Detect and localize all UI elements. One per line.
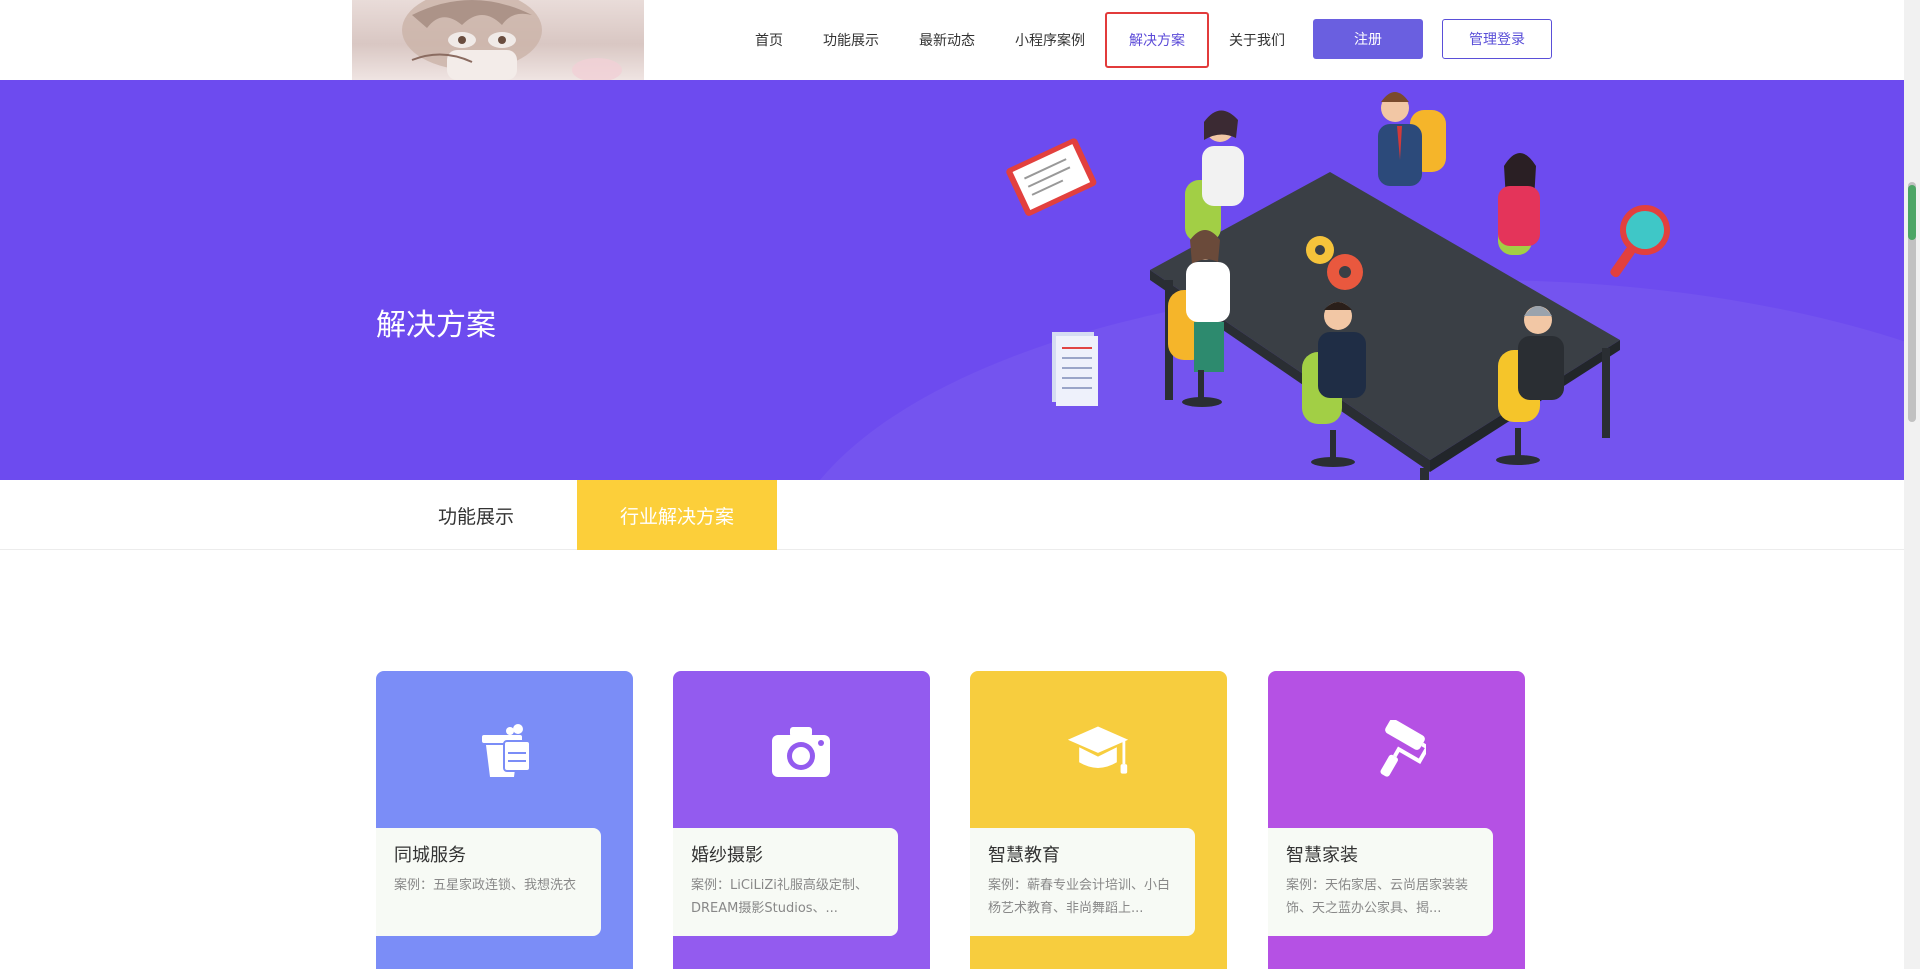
page-scrollbar[interactable] xyxy=(1904,0,1920,969)
card-description: 案例：蕲春专业会计培训、小白杨艺术教育、非尚舞蹈上... xyxy=(988,878,1171,916)
camera-icon xyxy=(769,719,833,783)
card-title: 智慧教育 xyxy=(988,845,1060,866)
register-button[interactable]: 注册 xyxy=(1313,19,1423,59)
paint-roller-icon xyxy=(1364,719,1428,783)
admin-login-button[interactable]: 管理登录 xyxy=(1442,19,1552,59)
card-description: 案例：LiCiLiZi礼服高级定制、DREAM摄影Studios、... xyxy=(691,878,868,916)
solution-card-smart-education[interactable]: 智慧教育 案例：蕲春专业会计培训、小白杨艺术教育、非尚舞蹈上... xyxy=(970,671,1227,969)
site-header: 首页 功能展示 最新动态 小程序案例 解决方案 关于我们 注册 管理登录 xyxy=(0,0,1904,80)
solution-card-wedding-photography[interactable]: 婚纱摄影 案例：LiCiLiZi礼服高级定制、DREAM摄影Studios、..… xyxy=(673,671,930,969)
card-description: 案例：天佑家居、云尚居家装装饰、天之蓝办公家具、揭... xyxy=(1286,878,1469,916)
nav-home[interactable]: 首页 xyxy=(735,12,803,68)
tab-features[interactable]: 功能展示 xyxy=(376,480,576,550)
page-title: 解决方案 xyxy=(376,308,496,343)
card-title: 同城服务 xyxy=(394,845,466,866)
solution-card-local-service[interactable]: 同城服务 案例：五星家政连锁、我想洗衣 xyxy=(376,671,633,969)
nav-miniprogram-cases[interactable]: 小程序案例 xyxy=(995,12,1105,68)
hero-banner: 解决方案 xyxy=(0,80,1904,480)
card-title: 婚纱摄影 xyxy=(691,845,763,866)
solution-card-smart-home-decor[interactable]: 智慧家装 案例：天佑家居、云尚居家装装饰、天之蓝办公家具、揭... xyxy=(1268,671,1525,969)
meeting-illustration xyxy=(1006,92,1670,480)
tab-industry-solutions[interactable]: 行业解决方案 xyxy=(577,480,777,550)
main-nav: 首页 功能展示 最新动态 小程序案例 解决方案 关于我们 xyxy=(735,12,1305,68)
graduation-cap-icon xyxy=(1066,719,1130,783)
card-info: 智慧家装 案例：天佑家居、云尚居家装装饰、天之蓝办公家具、揭... xyxy=(1268,828,1493,936)
cleaning-bucket-icon xyxy=(472,719,536,783)
card-info: 婚纱摄影 案例：LiCiLiZi礼服高级定制、DREAM摄影Studios、..… xyxy=(673,828,898,936)
solution-tabs: 功能展示 行业解决方案 xyxy=(0,480,1904,550)
card-info: 同城服务 案例：五星家政连锁、我想洗衣 xyxy=(376,828,601,936)
person-1 xyxy=(1202,110,1244,206)
card-description: 案例：五星家政连锁、我想洗衣 xyxy=(394,878,577,893)
card-title: 智慧家装 xyxy=(1286,845,1358,866)
scrollbar-position-marker xyxy=(1908,185,1916,240)
person-2 xyxy=(1378,92,1422,186)
person-3 xyxy=(1498,153,1540,246)
card-info: 智慧教育 案例：蕲春专业会计培训、小白杨艺术教育、非尚舞蹈上... xyxy=(970,828,1195,936)
nav-about[interactable]: 关于我们 xyxy=(1209,12,1305,68)
nav-news[interactable]: 最新动态 xyxy=(899,12,995,68)
nav-features[interactable]: 功能展示 xyxy=(803,12,899,68)
nav-solutions[interactable]: 解决方案 xyxy=(1105,12,1209,68)
site-logo[interactable] xyxy=(352,0,644,80)
